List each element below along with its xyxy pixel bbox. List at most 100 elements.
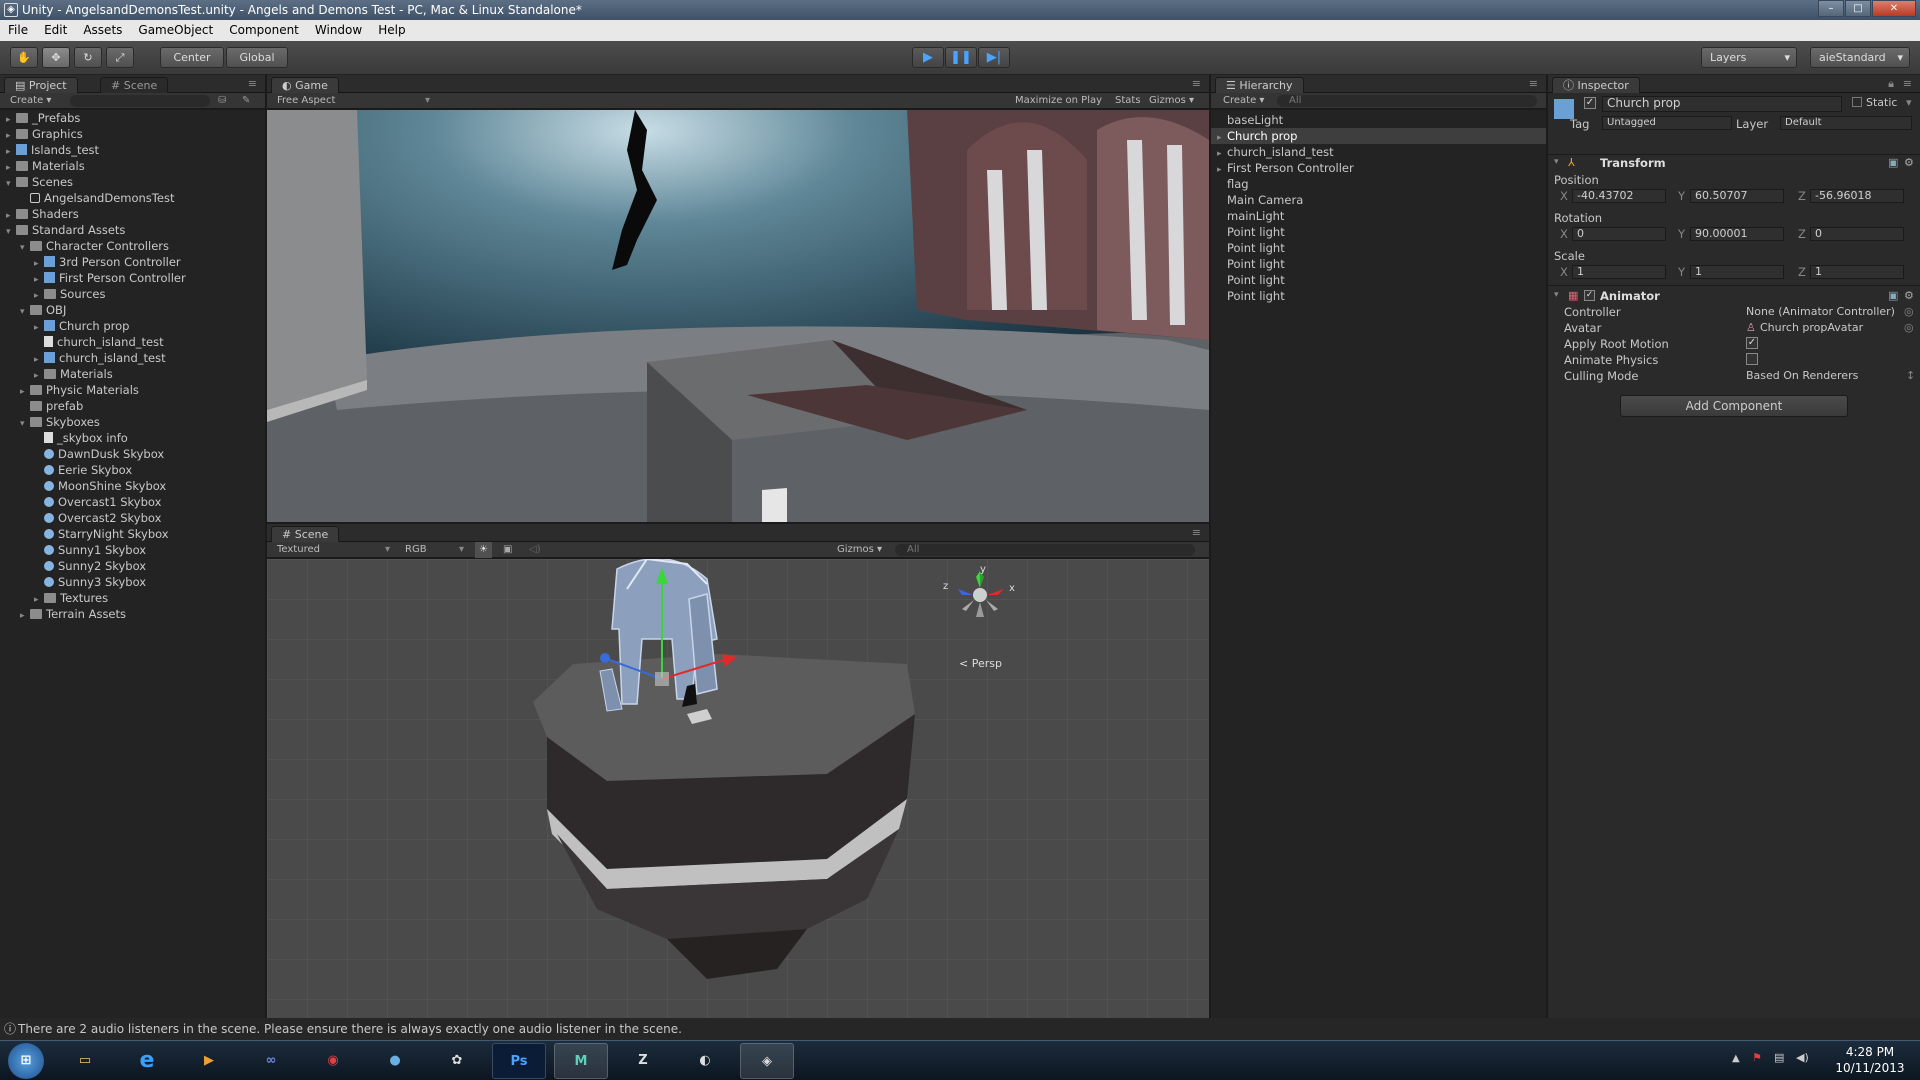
maximize-on-play-toggle[interactable]: Maximize on Play	[1015, 93, 1102, 109]
menu-help[interactable]: Help	[370, 20, 413, 41]
tab-hierarchy[interactable]: ☰ Hierarchy	[1215, 77, 1304, 93]
project-tree-item[interactable]: ▾ Skyboxes	[20, 414, 100, 430]
transform-rot-x-field[interactable]: 0	[1572, 227, 1666, 241]
project-tree-item[interactable]: ▸ Materials	[34, 366, 113, 382]
tab-project[interactable]: ▤ Project	[4, 77, 78, 93]
hierarchy-item[interactable]: ▸ First Person Controller	[1211, 160, 1546, 176]
hierarchy-create-dropdown[interactable]: Create ▾	[1223, 95, 1264, 106]
expand-arrow-icon[interactable]: ▾	[6, 224, 16, 240]
label-icon[interactable]: ✎	[242, 93, 250, 109]
project-tree-item[interactable]: StarryNight Skybox	[34, 526, 169, 542]
maya-taskbar-icon[interactable]: M	[554, 1043, 608, 1079]
tab-scene-small[interactable]: # Scene	[100, 77, 169, 93]
tab-inspector[interactable]: ⓘ Inspector	[1552, 77, 1640, 93]
gear-icon[interactable]: ⚙	[1904, 289, 1914, 302]
pivot-center-button[interactable]: Center	[160, 47, 224, 68]
project-tree-item[interactable]: ▸ Sources	[34, 286, 106, 302]
visual-studio-taskbar-icon[interactable]: ∞	[244, 1043, 298, 1079]
layout-dropdown[interactable]: aieStandard ▾	[1810, 47, 1910, 68]
aspect-dropdown[interactable]: Free Aspect	[277, 95, 335, 106]
shading-mode-dropdown[interactable]: Textured	[277, 544, 320, 555]
project-tree-item[interactable]: ▸ Graphics	[6, 126, 83, 142]
project-tree-item[interactable]: AngelsandDemonsTest	[20, 190, 174, 206]
show-hidden-icons-button[interactable]: ▲	[1732, 1053, 1740, 1064]
rotate-tool-button[interactable]: ↻	[74, 47, 102, 68]
chat-app-taskbar-icon[interactable]: ●	[368, 1043, 422, 1079]
game-viewport[interactable]	[267, 110, 1209, 522]
chrome-taskbar-icon[interactable]: ◉	[306, 1043, 360, 1079]
internet-explorer-taskbar-icon[interactable]: e	[120, 1043, 174, 1079]
project-tree-item[interactable]: ▾ Scenes	[6, 174, 73, 190]
explorer-taskbar-icon[interactable]: ▭	[58, 1043, 112, 1079]
scene-gizmos-dropdown[interactable]: Gizmos ▾	[837, 542, 882, 558]
project-tree-item[interactable]: ▸ Terrain Assets	[20, 606, 126, 622]
active-checkbox[interactable]: ✓	[1584, 97, 1596, 109]
transform-rot-z-field[interactable]: 0	[1810, 227, 1904, 241]
minimize-button[interactable]: –	[1818, 0, 1844, 17]
zbrush-taskbar-icon[interactable]: Z	[616, 1043, 670, 1079]
gameobject-name-input[interactable]: Church prop	[1602, 96, 1842, 112]
panel-menu-icon[interactable]: ≡	[1903, 77, 1912, 90]
hierarchy-item[interactable]: baseLight	[1211, 112, 1546, 128]
project-tree-item[interactable]: church_island_test	[34, 334, 164, 350]
hierarchy-item[interactable]: Point light	[1211, 272, 1546, 288]
lock-icon[interactable]: 🔒︎	[1888, 77, 1894, 91]
scale-tool-button[interactable]: ⤢	[106, 47, 134, 68]
hierarchy-item[interactable]: Point light	[1211, 240, 1546, 256]
hierarchy-item[interactable]: flag	[1211, 176, 1546, 192]
hierarchy-item[interactable]: ▸ Church prop	[1211, 128, 1546, 144]
project-tree-item[interactable]: ▸ Islands_test	[6, 142, 99, 158]
game-gizmos-dropdown[interactable]: Gizmos ▾	[1149, 93, 1194, 109]
remote-desktop-taskbar-icon[interactable]: ◐	[678, 1043, 732, 1079]
transform-scl-z-field[interactable]: 1	[1810, 265, 1904, 279]
stats-toggle[interactable]: Stats	[1115, 93, 1141, 109]
help-icon[interactable]: ▣	[1888, 289, 1898, 302]
hierarchy-item[interactable]: Main Camera	[1211, 192, 1546, 208]
project-create-dropdown[interactable]: Create ▾	[10, 95, 51, 106]
maximize-button[interactable]: □	[1845, 0, 1871, 17]
tab-scene[interactable]: # Scene	[271, 526, 340, 542]
apply-root-motion-checkbox[interactable]: ✓	[1746, 337, 1758, 349]
filter-icon[interactable]: ⛁	[218, 93, 226, 109]
layer-dropdown[interactable]: Default	[1780, 116, 1912, 130]
menu-gameobject[interactable]: GameObject	[130, 20, 221, 41]
avatar-field[interactable]: Church propAvatar	[1760, 321, 1863, 334]
project-tree-item[interactable]: MoonShine Skybox	[34, 478, 166, 494]
expand-arrow-icon[interactable]: ▸	[20, 608, 30, 624]
project-tree-item[interactable]: Sunny3 Skybox	[34, 574, 146, 590]
project-tree-item[interactable]: Sunny1 Skybox	[34, 542, 146, 558]
projection-toggle[interactable]: < Persp	[959, 657, 1002, 670]
project-tree-item[interactable]: ▸ Materials	[6, 158, 85, 174]
menu-file[interactable]: File	[0, 20, 36, 41]
photoshop-taskbar-icon[interactable]: Ps	[492, 1043, 546, 1079]
menu-window[interactable]: Window	[307, 20, 370, 41]
scene-lighting-toggle[interactable]: ☀	[475, 542, 492, 558]
scene-audio-toggle[interactable]: ◁)	[529, 542, 541, 558]
animator-enabled-checkbox[interactable]: ✓	[1584, 290, 1595, 301]
object-picker-icon[interactable]: ◎	[1904, 321, 1914, 334]
gear-icon[interactable]: ⚙	[1904, 156, 1914, 169]
action-center-icon[interactable]: ⚑	[1752, 1051, 1762, 1064]
project-tree-item[interactable]: _skybox info	[34, 430, 128, 446]
paint-taskbar-icon[interactable]: ✿	[430, 1043, 484, 1079]
pivot-global-button[interactable]: Global	[226, 47, 288, 68]
project-tree-item[interactable]: Sunny2 Skybox	[34, 558, 146, 574]
start-button[interactable]: ⊞	[8, 1043, 44, 1079]
project-tree-item[interactable]: ▸ First Person Controller	[34, 270, 186, 286]
animate-physics-checkbox[interactable]	[1746, 353, 1758, 365]
step-button[interactable]: ▶|	[978, 47, 1010, 68]
panel-menu-icon[interactable]: ≡	[1192, 77, 1201, 90]
expand-arrow-icon[interactable]: ▾	[20, 240, 30, 256]
project-tree-item[interactable]: ▸ Textures	[34, 590, 108, 606]
clock-date[interactable]: 10/11/2013	[1830, 1061, 1910, 1075]
project-tree-item[interactable]: ▸ Church prop	[34, 318, 129, 334]
transform-pos-y-field[interactable]: 60.50707	[1690, 189, 1784, 203]
panel-menu-icon[interactable]: ≡	[1192, 526, 1201, 539]
layers-dropdown[interactable]: Layers ▾	[1701, 47, 1797, 68]
transform-rot-y-field[interactable]: 90.00001	[1690, 227, 1784, 241]
hierarchy-item[interactable]: ▸ church_island_test	[1211, 144, 1546, 160]
project-tree-item[interactable]: ▸ church_island_test	[34, 350, 166, 366]
project-tree-item[interactable]: ▸ Shaders	[6, 206, 79, 222]
project-tree-item[interactable]: ▾ Character Controllers	[20, 238, 169, 254]
project-search-input[interactable]	[70, 95, 210, 107]
